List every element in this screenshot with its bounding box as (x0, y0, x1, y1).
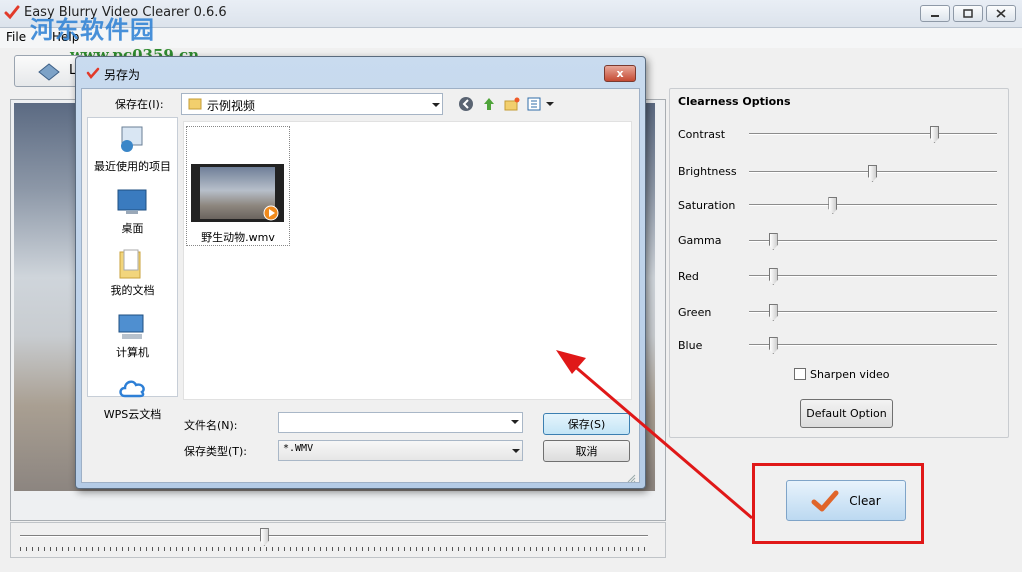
red-label: Red (678, 270, 699, 283)
file-name-input[interactable] (278, 412, 523, 433)
contrast-label: Contrast (678, 128, 726, 141)
load-video-button[interactable]: L (14, 55, 84, 87)
maximize-button[interactable] (953, 5, 983, 22)
watermark-logo: 河东软件园 (30, 15, 155, 44)
save-in-value: 示例视频 (207, 99, 256, 113)
minimize-icon (931, 14, 939, 17)
file-name-dropdown-icon[interactable] (511, 420, 519, 424)
red-slider[interactable] (749, 275, 997, 277)
cloud-icon[interactable] (116, 374, 150, 402)
place-recent[interactable]: 最近使用的项目 (87, 158, 178, 174)
close-window-button[interactable] (986, 5, 1016, 22)
dialog-close-button[interactable]: x (604, 65, 636, 82)
green-label: Green (678, 306, 712, 319)
close-icon: x (616, 67, 624, 80)
dialog-title: 另存为 (104, 68, 141, 82)
saturation-slider[interactable] (749, 204, 997, 206)
green-slider[interactable] (749, 311, 997, 313)
clear-button-label: Clear (849, 493, 881, 508)
recent-items-icon[interactable] (116, 124, 148, 154)
gamma-label: Gamma (678, 234, 722, 247)
place-wps-cloud[interactable]: WPS云文档 (87, 406, 178, 422)
place-desktop[interactable]: 桌面 (87, 220, 178, 236)
file-type-label: 保存类型(T): (184, 445, 248, 458)
desktop-icon[interactable] (116, 188, 148, 216)
timeline-panel (10, 522, 666, 558)
place-computer[interactable]: 计算机 (87, 344, 178, 360)
minimize-button[interactable] (920, 5, 950, 22)
checkmark-icon (811, 490, 839, 511)
app-logo-icon (4, 5, 20, 20)
view-menu-icon[interactable] (527, 96, 543, 112)
save-button[interactable]: 保存(S) (543, 413, 630, 435)
folder-icon (188, 98, 202, 110)
new-folder-icon[interactable] (504, 96, 520, 112)
chevron-down-icon (512, 449, 520, 453)
timeline-track[interactable] (20, 535, 648, 537)
file-name: 野生动物.wmv (201, 231, 275, 244)
view-dropdown-icon[interactable] (546, 102, 554, 106)
options-title: Clearness Options (678, 95, 791, 108)
sharpen-video-checkbox[interactable] (794, 368, 806, 380)
save-in-label: 保存在(I): (115, 98, 164, 111)
saturation-label: Saturation (678, 199, 736, 212)
chevron-down-icon (432, 103, 440, 107)
place-documents[interactable]: 我的文档 (87, 282, 178, 298)
file-type-dropdown[interactable] (278, 440, 523, 461)
up-folder-icon[interactable] (481, 96, 497, 112)
file-name-label: 文件名(N): (184, 419, 238, 432)
blue-slider[interactable] (749, 344, 997, 346)
maximize-icon (963, 9, 973, 18)
resize-grip-icon[interactable] (626, 473, 636, 483)
dialog-app-icon (86, 67, 100, 79)
sharpen-video-label: Sharpen video (810, 368, 890, 381)
contrast-slider[interactable] (749, 133, 997, 135)
computer-icon[interactable] (116, 312, 148, 342)
gamma-slider[interactable] (749, 240, 997, 242)
back-icon[interactable] (458, 96, 474, 112)
file-type-value: *.WMV (283, 443, 314, 454)
play-badge-icon (263, 205, 279, 221)
blue-label: Blue (678, 339, 703, 352)
menu-file[interactable]: File (6, 30, 26, 44)
brightness-label: Brightness (678, 165, 737, 178)
clear-button[interactable]: Clear (786, 480, 906, 521)
close-icon (996, 9, 1006, 18)
documents-folder-icon[interactable] (116, 248, 146, 280)
default-option-button[interactable]: Default Option (800, 399, 893, 428)
load-icon (38, 63, 60, 81)
cancel-button[interactable]: 取消 (543, 440, 630, 462)
timeline-ticks (20, 547, 648, 551)
